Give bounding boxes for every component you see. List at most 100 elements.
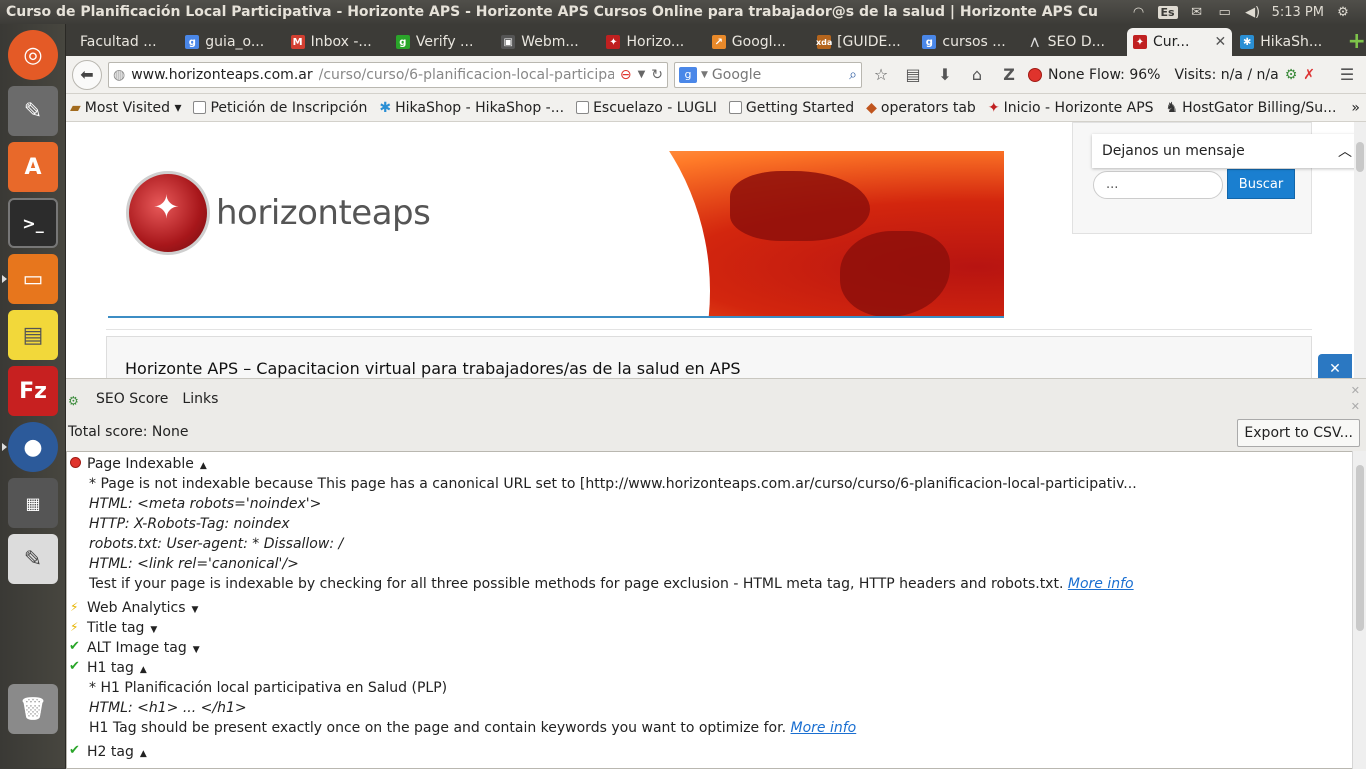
tab-guia[interactable]: g guia_o... (179, 28, 282, 56)
collapse-arrow-icon[interactable]: ▲ (140, 749, 147, 759)
collapse-arrow-icon[interactable]: ▲ (140, 665, 147, 675)
share-icon[interactable]: ✕ (1318, 354, 1352, 378)
tab-hikashop[interactable]: ✱ HikaSh... (1234, 28, 1337, 56)
result-web-analytics[interactable]: Web Analytics▼ (67, 597, 1357, 618)
chevron-up-icon[interactable]: ︿ (1338, 141, 1352, 161)
trash-icon[interactable]: 🗑 (8, 684, 58, 734)
downloads-icon[interactable]: ⬇ (932, 62, 958, 88)
hamburger-menu-icon[interactable]: ☰ (1334, 62, 1360, 88)
search-engine-dropdown-icon[interactable]: ▼ (701, 70, 708, 80)
wifi-icon[interactable]: ◠ (1130, 5, 1148, 20)
bookmarks-overflow-icon[interactable]: » (1351, 100, 1366, 116)
new-tab-button[interactable]: + (1348, 28, 1366, 56)
keyboard-layout-indicator[interactable]: Es (1157, 5, 1178, 19)
bookmark-most-visited[interactable]: ▰ Most Visited ▾ (70, 100, 181, 116)
export-csv-button[interactable]: Export to CSV... (1237, 419, 1360, 447)
total-score: Total score: None (68, 424, 189, 440)
site-title-box: Horizonte APS – Capacitacion virtual par… (106, 336, 1312, 378)
result-page-indexable[interactable]: Page Indexable ▲ (67, 454, 1357, 474)
close-tab-icon[interactable]: ✕ (1215, 34, 1227, 50)
zotero-icon[interactable]: Z (996, 62, 1022, 88)
sidebar-search-input[interactable]: ... (1093, 171, 1223, 199)
collapse-arrow-icon[interactable]: ▲ (200, 461, 207, 471)
dropdown-arrow-icon[interactable]: ▼ (638, 69, 646, 80)
extension-green-icon[interactable]: ⚙ (1285, 67, 1298, 83)
volume-icon[interactable]: ◀) (1244, 5, 1262, 20)
horizonte-logo-icon[interactable] (126, 171, 210, 255)
mail-icon[interactable]: ✉ (1188, 5, 1206, 20)
chat-widget-header[interactable]: Dejanos un mensaje ︿ (1092, 134, 1362, 168)
search-bar[interactable]: g ▼ Google ⌕ (674, 61, 862, 88)
software-center-icon[interactable]: A (8, 142, 58, 192)
result-title-tag[interactable]: Title tag▼ (67, 617, 1357, 638)
battery-icon[interactable]: ▭ (1216, 5, 1234, 20)
settings-gear-icon[interactable]: ⚙ (1334, 5, 1352, 20)
url-bar[interactable]: ◍ www.horizonteaps.com.ar/curso/curso/6-… (108, 61, 668, 88)
bookmark-escuelazo[interactable]: Escuelazo - LUGLI (576, 100, 717, 116)
result-alt-image-tag[interactable]: ALT Image tag▼ (67, 637, 1357, 658)
bookmark-hostgator[interactable]: ♞ HostGator Billing/Su... (1166, 100, 1337, 116)
warning-status-icon (70, 597, 81, 617)
tab-strip: Facultad ... g guia_o... M Inbox -... g Ver… (66, 24, 1366, 56)
system-top-panel: Curso de Planificación Local Participati… (0, 0, 1366, 24)
tab-horizonte[interactable]: ✦ Horizo... (600, 28, 703, 56)
folder-icon: ▰ (70, 99, 81, 116)
tab-facultad[interactable]: Facultad ... (74, 28, 177, 56)
text-editor-icon[interactable]: ✎ (8, 534, 58, 584)
tab-cursos[interactable]: g cursos ... (916, 28, 1019, 56)
back-button[interactable]: ⬅ (72, 59, 102, 90)
tab-webmail[interactable]: ▣ Webm... (495, 28, 598, 56)
more-info-link[interactable]: More info (791, 720, 857, 736)
web-page-viewport: horizonteaps Horizonte APS – Capacitacio… (66, 122, 1366, 378)
more-info-link[interactable]: More info (1068, 576, 1134, 592)
close-panel-icon[interactable]: ✕ ✕ (1351, 383, 1360, 415)
tab-curso-active[interactable]: ✦ Cur... ✕ (1126, 28, 1233, 56)
tab-google-analytics[interactable]: ↗ Googl... (706, 28, 809, 56)
expand-arrow-icon[interactable]: ▼ (193, 645, 200, 655)
workspace-switcher-icon[interactable]: ▦ (8, 478, 58, 528)
tab-guide[interactable]: xda [GUIDE... (811, 28, 914, 56)
tab-inbox[interactable]: M Inbox -... (285, 28, 388, 56)
banner-globe-image (450, 151, 1004, 317)
ruler-app-icon[interactable]: ▤ (8, 310, 58, 360)
search-input[interactable]: Google (712, 67, 761, 83)
results-scrollbar[interactable] (1352, 451, 1366, 769)
tab-seo[interactable]: ⋀ SEO D... (1022, 28, 1125, 56)
page-icon (728, 101, 742, 114)
reload-icon[interactable]: ↻ (651, 67, 663, 83)
tab-links[interactable]: Links (182, 391, 218, 407)
seo-toolbar-status[interactable]: None Flow: 96% Visits: n/a / n/a ⚙ ✗ (1028, 67, 1315, 83)
firefox-icon[interactable]: ● (2, 422, 58, 472)
search-button[interactable]: Buscar (1227, 169, 1295, 199)
ubuntu-dash-icon[interactable]: ◎ (8, 30, 58, 80)
terminal-icon[interactable]: >_ (8, 198, 58, 248)
files-icon[interactable]: ▭ (2, 254, 58, 304)
blocked-icon[interactable]: ⊖ (620, 67, 632, 83)
horizonte-favicon-icon: ✦ (1132, 35, 1147, 49)
bookmark-getting-started[interactable]: Getting Started (728, 100, 854, 116)
search-icon[interactable]: ⌕ (849, 67, 857, 83)
tab-seo-score[interactable]: SEO Score (96, 391, 168, 407)
expand-arrow-icon[interactable]: ▼ (192, 605, 199, 615)
bookmark-hikashop[interactable]: ✱ HikaShop - HikaShop -... (379, 100, 564, 116)
bookmark-peticion[interactable]: Petición de Inscripción (193, 100, 367, 116)
indexable-detail: HTTP: X-Robots-Tag: noindex (89, 516, 290, 532)
filezilla-icon[interactable]: Fz (8, 366, 58, 416)
clock[interactable]: 5:13 PM (1272, 5, 1324, 20)
gmail-favicon-icon: M (290, 35, 305, 49)
bookmark-inicio[interactable]: ✦ Inicio - Horizonte APS (988, 100, 1154, 116)
seo-panel-tabs: ⚙ SEO Score Links (66, 379, 1366, 408)
system-settings-icon[interactable]: ✎ (8, 86, 58, 136)
result-h2-tag[interactable]: H2 tag▲ (67, 741, 1357, 762)
home-icon[interactable]: ⌂ (964, 62, 990, 88)
extension-red-x-icon[interactable]: ✗ (1303, 67, 1315, 83)
reading-list-icon[interactable]: ▤ (900, 62, 926, 88)
bookmark-star-icon[interactable]: ☆ (868, 62, 894, 88)
result-h1-tag[interactable]: H1 tag▲ (67, 657, 1357, 678)
tab-verify[interactable]: g Verify ... (390, 28, 493, 56)
google-search-engine-icon[interactable]: g (679, 66, 697, 83)
page-scrollbar[interactable] (1354, 122, 1366, 378)
expand-arrow-icon[interactable]: ▼ (150, 625, 157, 635)
site-logo-text[interactable]: horizonteaps (216, 193, 431, 233)
bookmark-operators-tab[interactable]: ◆ operators tab (866, 100, 976, 116)
